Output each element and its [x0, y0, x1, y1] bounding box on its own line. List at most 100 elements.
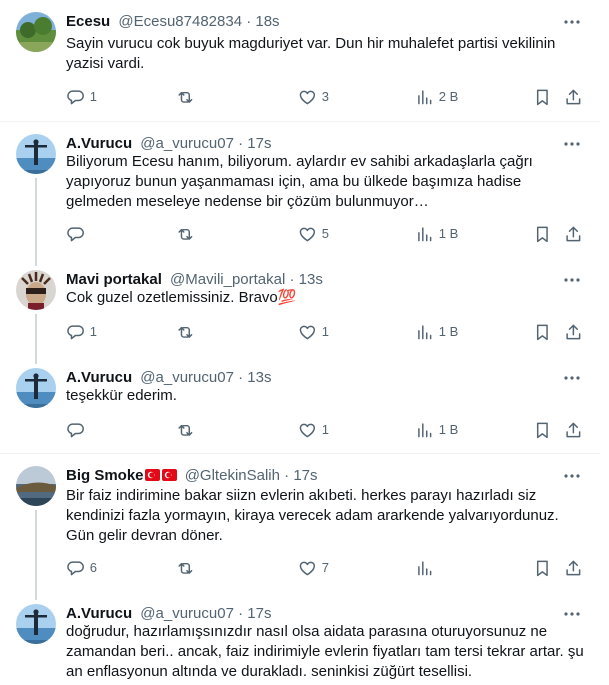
views-icon: [418, 561, 432, 575]
like-count: 7: [321, 560, 329, 575]
username[interactable]: @GltekinSalih: [185, 467, 280, 484]
username[interactable]: @Mavili_portakal: [170, 271, 285, 288]
reply-icon: [67, 227, 84, 241]
timestamp[interactable]: 17s: [247, 605, 271, 622]
separator-dot: ·: [289, 271, 295, 288]
tweet-header: A.Vurucu @a_vurucu07 · 13s: [66, 368, 556, 388]
like-button[interactable]: 1: [298, 322, 329, 342]
action-bar: 5 1 B: [58, 224, 598, 244]
display-name[interactable]: A.Vurucu: [66, 369, 132, 386]
action-bar: 1 1 1 B: [58, 322, 598, 342]
more-icon[interactable]: [562, 270, 582, 290]
username[interactable]: @Ecesu87482834: [118, 13, 242, 30]
timeline: Ecesu @Ecesu87482834 · 18s Sayin vurucu …: [0, 0, 609, 685]
like-count: 5: [321, 226, 329, 241]
share-button[interactable]: [564, 87, 583, 107]
tweet-text: Cok guzel ozetlemissiniz. Bravo💯: [66, 289, 297, 306]
views-count: 1 B: [438, 324, 459, 339]
tweet-header: Ecesu @Ecesu87482834 · 18s: [66, 12, 556, 32]
reply-button[interactable]: 1: [66, 322, 97, 342]
username[interactable]: @a_vurucu07: [140, 135, 234, 152]
views-count: 2 B: [438, 89, 459, 104]
tweet[interactable]: A.Vurucu @a_vurucu07 · 13s teşekkür eder…: [0, 356, 600, 454]
bookmark-icon: [536, 324, 548, 340]
retweet-button[interactable]: [176, 558, 200, 578]
display-name[interactable]: Mavi portakal: [66, 271, 162, 288]
retweet-button[interactable]: [176, 87, 200, 107]
turkey-flag-icon: [144, 469, 160, 481]
thread-line: [35, 510, 37, 592]
views-button[interactable]: 1 B: [415, 224, 458, 244]
display-name[interactable]: A.Vurucu: [66, 605, 132, 622]
reply-count: 6: [89, 560, 97, 575]
like-button[interactable]: 1: [298, 420, 329, 440]
bookmark-icon: [536, 422, 548, 438]
display-name[interactable]: Ecesu: [66, 13, 110, 30]
tweet[interactable]: Ecesu @Ecesu87482834 · 18s Sayin vurucu …: [0, 0, 600, 122]
like-count: 1: [321, 324, 329, 339]
action-bar: 1 1 B: [58, 420, 598, 440]
more-icon[interactable]: [562, 134, 582, 154]
tweet[interactable]: Big Smoke @GltekinSalih · 17s Bir faiz i…: [0, 454, 600, 592]
retweet-icon: [178, 424, 193, 436]
share-button[interactable]: [564, 420, 583, 440]
views-button[interactable]: 2 B: [415, 87, 458, 107]
share-button[interactable]: [564, 224, 583, 244]
display-name[interactable]: Big Smoke: [66, 467, 144, 484]
reply-count: 1: [89, 89, 97, 104]
more-icon[interactable]: [562, 12, 582, 32]
like-button[interactable]: 7: [298, 558, 329, 578]
bookmark-button[interactable]: [533, 87, 552, 107]
share-icon: [566, 560, 581, 575]
reply-button[interactable]: [66, 224, 90, 244]
views-button[interactable]: 1 B: [415, 322, 458, 342]
display-name[interactable]: A.Vurucu: [66, 135, 132, 152]
avatar[interactable]: [16, 12, 56, 52]
avatar[interactable]: [16, 466, 56, 506]
tweet-text: Biliyorum Ecesu hanım, biliyorum. aylard…: [66, 153, 533, 210]
avatar[interactable]: [16, 604, 56, 644]
thread-line: [35, 258, 37, 266]
reply-button[interactable]: 6: [66, 558, 97, 578]
reply-button[interactable]: [66, 420, 90, 440]
views-button[interactable]: 1 B: [415, 420, 458, 440]
share-button[interactable]: [564, 322, 583, 342]
separator-dot: ·: [284, 467, 290, 484]
avatar[interactable]: [16, 368, 56, 408]
more-icon[interactable]: [562, 368, 582, 388]
tweet-header: A.Vurucu @a_vurucu07 · 17s: [66, 604, 556, 624]
username[interactable]: @a_vurucu07: [140, 369, 234, 386]
timestamp[interactable]: 18s: [255, 13, 279, 30]
retweet-button[interactable]: [176, 420, 200, 440]
reply-count: 1: [89, 324, 97, 339]
action-bar: 1 3 2 B: [58, 87, 598, 107]
tweet-text: doğrudur, hazırlamışsınızdır nasıl olsa …: [66, 623, 584, 680]
timestamp[interactable]: 17s: [247, 135, 271, 152]
username[interactable]: @a_vurucu07: [140, 605, 234, 622]
timestamp[interactable]: 13s: [247, 369, 271, 386]
retweet-button[interactable]: [176, 224, 200, 244]
heart-icon: [299, 325, 316, 339]
tweet[interactable]: A.Vurucu @a_vurucu07 · 17s doğrudur, haz…: [0, 592, 600, 685]
bookmark-button[interactable]: [533, 322, 552, 342]
reply-button[interactable]: 1: [66, 87, 97, 107]
tweet[interactable]: Mavi portakal @Mavili_portakal · 13s Cok…: [0, 258, 600, 356]
like-button[interactable]: 5: [298, 224, 329, 244]
more-icon[interactable]: [562, 466, 582, 486]
timestamp[interactable]: 17s: [293, 467, 317, 484]
tweet-text: Sayin vurucu cok buyuk magduriyet var. D…: [66, 35, 556, 72]
bookmark-button[interactable]: [533, 420, 552, 440]
retweet-button[interactable]: [176, 322, 200, 342]
timestamp[interactable]: 13s: [299, 271, 323, 288]
like-button[interactable]: 3: [298, 87, 329, 107]
tweet-text: Bir faiz indirimine bakar siizn evlerin …: [66, 487, 559, 544]
more-icon[interactable]: [562, 604, 582, 624]
tweet[interactable]: A.Vurucu @a_vurucu07 · 17s Biliyorum Ece…: [0, 122, 600, 258]
share-button[interactable]: [564, 558, 583, 578]
bookmark-button[interactable]: [533, 224, 552, 244]
bookmark-button[interactable]: [533, 558, 552, 578]
heart-icon: [299, 561, 316, 575]
avatar[interactable]: [16, 270, 56, 310]
avatar[interactable]: [16, 134, 56, 174]
views-button[interactable]: [415, 558, 439, 578]
